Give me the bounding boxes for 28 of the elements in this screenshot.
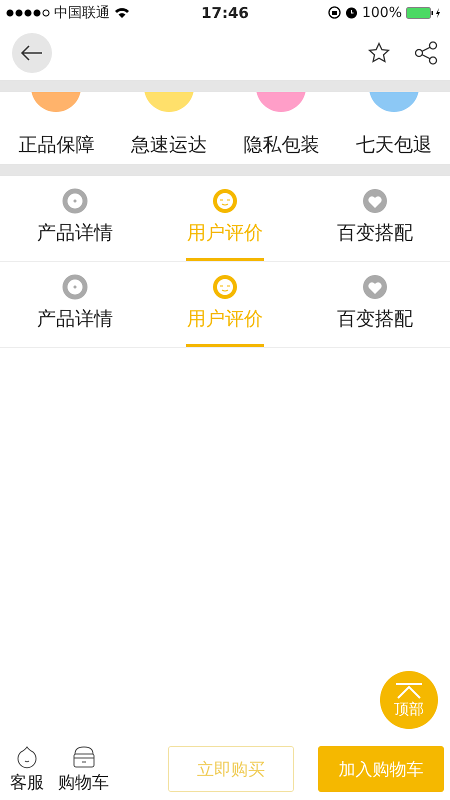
dot-circle-icon [62,188,88,214]
customer-service-button[interactable]: 客服 [6,744,48,794]
face-icon [15,744,39,768]
basket-icon [72,744,96,768]
signal-icon [6,8,50,16]
feature-label: 正品保障 [18,133,94,158]
back-arrow-icon [20,44,44,62]
feature-label: 隐私包装 [243,133,320,158]
tab[interactable]: 产品详情 [0,262,150,347]
back-button[interactable] [12,32,52,72]
cart-button[interactable]: 购物车 [54,744,113,794]
rotation-lock-icon [328,6,341,19]
smiley-icon [212,274,238,300]
feature-label: 七天包退 [356,133,432,158]
tab[interactable]: 百变搭配 [300,262,450,347]
tab[interactable]: 产品详情 [0,176,150,261]
battery-percent: 100% [362,4,402,20]
share-icon[interactable] [414,40,438,64]
caret-up-icon [394,682,424,700]
carrier-name: 中国联通 [54,4,110,22]
star-icon[interactable] [368,42,390,64]
smiley-icon [212,188,238,214]
feature-label: 急速运达 [130,133,207,158]
alarm-icon [344,6,358,19]
clock-time: 17:46 [201,4,249,22]
wifi-icon [114,6,130,18]
tab[interactable]: 百变搭配 [300,176,450,261]
dot-circle-icon [62,274,88,300]
